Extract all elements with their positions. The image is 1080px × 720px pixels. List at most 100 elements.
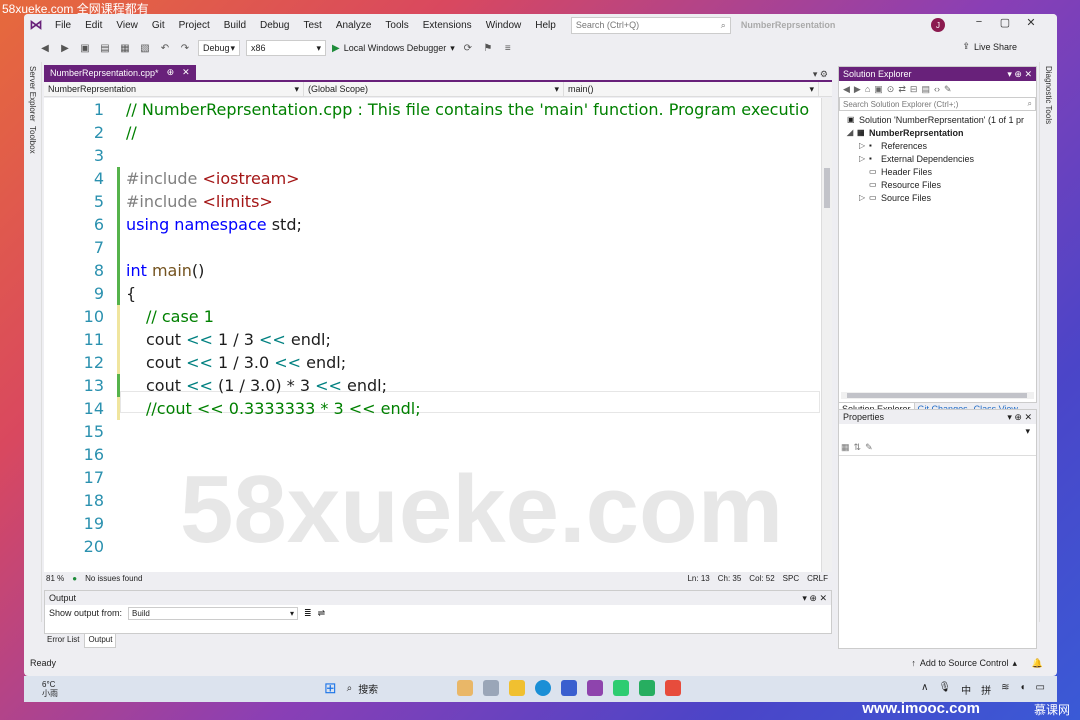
config-select[interactable]: Debug ▾: [198, 40, 240, 56]
expand-arrow-icon[interactable]: ◢: [847, 128, 857, 137]
code-editor[interactable]: 1 // NumberReprsentation.cpp : This file…: [44, 98, 825, 572]
comment-icon[interactable]: ≡: [501, 41, 515, 55]
add-to-source-control-button[interactable]: ↑ Add to Source Control ▴: [911, 658, 1017, 669]
forward-icon[interactable]: ▶: [58, 41, 72, 55]
properties-object-select[interactable]: ▾: [839, 426, 1036, 440]
member-dropdown[interactable]: main() ▾: [564, 82, 819, 96]
solution-horizontal-scrollbar[interactable]: [841, 392, 1034, 399]
clear-all-icon[interactable]: ≣: [304, 608, 312, 619]
tree-header-files[interactable]: ▭ Header Files: [839, 165, 1036, 178]
tab-overflow-icon[interactable]: ▾ ⚙: [813, 69, 832, 80]
tab-numberreprsentation-cpp[interactable]: NumberReprsentation.cpp* ⊕ ✕: [44, 65, 196, 80]
folder-icon[interactable]: [508, 680, 525, 696]
undo-icon[interactable]: ↶: [158, 41, 172, 55]
toggle-bookmark-icon[interactable]: ⚑: [481, 41, 495, 55]
scrollbar-thumb[interactable]: [847, 393, 1027, 398]
file-explorer-icon[interactable]: [482, 680, 499, 696]
alphabetical-icon[interactable]: ⇅: [854, 442, 862, 453]
ime-lang[interactable]: 中: [961, 682, 971, 697]
menu-window[interactable]: Window: [479, 20, 529, 31]
tree-external-dependencies[interactable]: ▷ ▪ External Dependencies: [839, 152, 1036, 165]
sync-icon[interactable]: ⇄: [898, 84, 906, 95]
vs-installer-icon[interactable]: [560, 680, 577, 696]
back-icon[interactable]: ◀: [843, 84, 850, 95]
tree-references[interactable]: ▷ ▪ References: [839, 139, 1036, 152]
menu-build[interactable]: Build: [217, 20, 253, 31]
toolbox-tab[interactable]: Toolbox: [28, 126, 37, 154]
categorized-icon[interactable]: ▦: [841, 442, 850, 453]
editor-vertical-scrollbar[interactable]: [821, 98, 832, 572]
taskbar-search[interactable]: ⌕ 搜索: [347, 681, 447, 696]
property-pages-icon[interactable]: ✎: [865, 442, 873, 453]
tree-resource-files[interactable]: ▭ Resource Files: [839, 178, 1036, 191]
weather-widget[interactable]: 6°C 小雨: [24, 680, 84, 698]
save-icon[interactable]: ▦: [118, 41, 132, 55]
hot-reload-icon[interactable]: ⟳: [461, 41, 475, 55]
expand-arrow-icon[interactable]: ▷: [859, 154, 869, 163]
tab-error-list[interactable]: Error List: [44, 634, 83, 648]
save-all-icon[interactable]: ▧: [138, 41, 152, 55]
menu-debug[interactable]: Debug: [253, 20, 296, 31]
microphone-icon[interactable]: 🎙: [938, 682, 951, 697]
new-project-icon[interactable]: ▣: [78, 41, 92, 55]
menu-view[interactable]: View: [109, 20, 145, 31]
panel-controls-icon[interactable]: ▾ ⊕ ✕: [802, 593, 827, 604]
close-icon[interactable]: ✕: [1023, 16, 1039, 29]
diagnostic-tools-tab[interactable]: Diagnostic Tools: [1044, 66, 1053, 124]
live-share-button[interactable]: ⇪ Live Share: [962, 41, 1017, 52]
whitespace-indicator[interactable]: SPC: [783, 574, 799, 583]
tree-project[interactable]: ◢ ▦ NumberReprsentation: [839, 126, 1036, 139]
menu-test[interactable]: Test: [296, 20, 328, 31]
expand-arrow-icon[interactable]: ▷: [859, 141, 869, 150]
ime-mode[interactable]: 拼: [981, 682, 991, 697]
word-wrap-icon[interactable]: ⇌: [318, 608, 326, 619]
menu-git[interactable]: Git: [145, 20, 172, 31]
menu-file[interactable]: File: [48, 20, 78, 31]
close-tab-icon[interactable]: ✕: [182, 67, 190, 78]
forward-icon[interactable]: ▶: [854, 84, 861, 95]
visual-studio-icon[interactable]: [586, 680, 603, 696]
tab-output[interactable]: Output: [84, 634, 117, 648]
switch-views-icon[interactable]: ▣: [874, 84, 883, 95]
menu-extensions[interactable]: Extensions: [416, 20, 479, 31]
code-view-icon[interactable]: ‹›: [934, 84, 940, 94]
panel-controls-icon[interactable]: ▾ ⊕ ✕: [1007, 69, 1032, 80]
avatar[interactable]: J: [931, 18, 945, 32]
expand-arrow-icon[interactable]: ▷: [859, 193, 869, 202]
platform-select[interactable]: x86 ▾: [246, 40, 326, 56]
volume-icon[interactable]: ◖: [1020, 682, 1026, 697]
menu-analyze[interactable]: Analyze: [329, 20, 379, 31]
menu-tools[interactable]: Tools: [378, 20, 415, 31]
back-icon[interactable]: ◀: [38, 41, 52, 55]
app-icon[interactable]: [612, 680, 629, 696]
wifi-icon[interactable]: ≋: [1001, 682, 1009, 697]
home-icon[interactable]: ⌂: [865, 84, 870, 94]
tree-solution[interactable]: ▣ Solution 'NumberReprsentation' (1 of 1…: [839, 113, 1036, 126]
scope-dropdown[interactable]: (Global Scope) ▾: [304, 82, 564, 96]
issues-status[interactable]: No issues found: [85, 574, 142, 583]
project-dropdown[interactable]: NumberReprsentation ▾: [44, 82, 304, 96]
maximize-icon[interactable]: ▢: [997, 16, 1013, 29]
windows-start-icon[interactable]: ⊞: [324, 679, 337, 697]
app-icon[interactable]: [664, 680, 681, 696]
search-input[interactable]: Search (Ctrl+Q) ⌕: [570, 16, 731, 34]
properties-icon[interactable]: ✎: [944, 84, 952, 95]
minimize-icon[interactable]: −: [971, 16, 987, 28]
tree-source-files[interactable]: ▷ ▭ Source Files: [839, 191, 1036, 204]
battery-icon[interactable]: ▭: [1036, 682, 1045, 697]
edge-icon[interactable]: [534, 680, 551, 696]
chevron-up-icon[interactable]: ∧: [921, 682, 928, 697]
pin-icon[interactable]: ⊕: [167, 67, 175, 78]
zoom-level[interactable]: 81 %: [46, 574, 64, 583]
redo-icon[interactable]: ↷: [178, 41, 192, 55]
clion-icon[interactable]: [638, 680, 655, 696]
scrollbar-thumb[interactable]: [824, 168, 830, 208]
open-icon[interactable]: ▤: [98, 41, 112, 55]
show-all-files-icon[interactable]: ▤: [921, 84, 930, 95]
panel-controls-icon[interactable]: ▾ ⊕ ✕: [1007, 412, 1032, 423]
solution-search-input[interactable]: Search Solution Explorer (Ctrl+;) ⌕: [839, 97, 1036, 111]
menu-project[interactable]: Project: [172, 20, 217, 31]
widget-icon[interactable]: [456, 680, 473, 696]
start-debugging-button[interactable]: ▶ Local Windows Debugger ▾: [332, 43, 455, 54]
notification-bell-icon[interactable]: 🔔: [1032, 658, 1043, 669]
